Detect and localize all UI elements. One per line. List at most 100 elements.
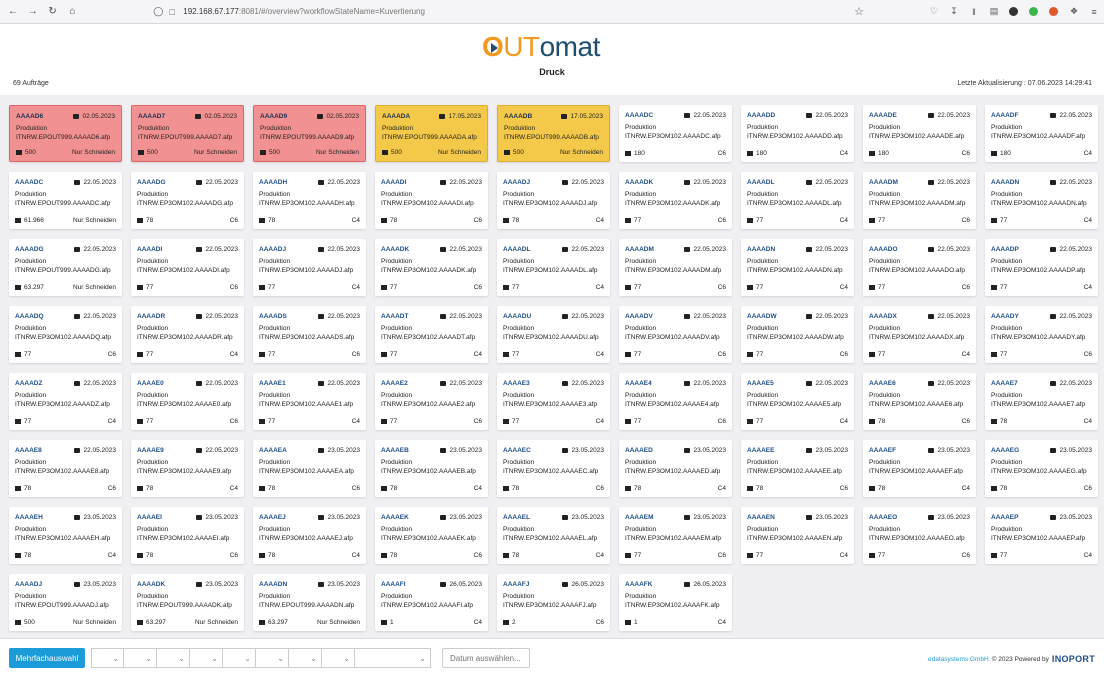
order-card[interactable]: AAAADN 22.05.2023 Produktion ITNRW.EP3OM102… — [985, 172, 1098, 229]
order-card[interactable]: AAAAEA 23.05.2023 Produktion ITNRW.EP3OM102… — [253, 440, 366, 497]
shield-icon[interactable]: ◯ — [151, 5, 165, 19]
order-card[interactable]: AAAADN 23.05.2023 Produktion ITNRW.EPOUT999… — [253, 574, 366, 631]
order-card[interactable]: AAAAEF 23.05.2023 Produktion ITNRW.EP3OM102… — [863, 440, 976, 497]
order-card[interactable]: AAAADH 22.05.2023 Produktion ITNRW.EP3OM102… — [253, 172, 366, 229]
download-icon[interactable]: ↧ — [944, 3, 964, 21]
order-card[interactable]: AAAAEG 23.05.2023 Produktion ITNRW.EP3OM102… — [985, 440, 1098, 497]
order-card[interactable]: AAAAE3 22.05.2023 Produktion ITNRW.EP3OM102… — [497, 373, 610, 430]
order-card[interactable]: AAAAEC 23.05.2023 Produktion ITNRW.EP3OM102… — [497, 440, 610, 497]
order-card[interactable]: AAAAFJ 26.05.2023 Produktion ITNRW.EP3OM102… — [497, 574, 610, 631]
date-picker-input[interactable] — [442, 648, 530, 668]
order-card[interactable]: AAAADK 22.05.2023 Produktion ITNRW.EP3OM102… — [619, 172, 732, 229]
reload-icon[interactable]: ↻ — [44, 3, 62, 21]
order-card[interactable]: AAAAEL 23.05.2023 Produktion ITNRW.EP3OM102… — [497, 507, 610, 564]
order-card[interactable]: AAAADE 22.05.2023 Produktion ITNRW.EP3OM102… — [863, 105, 976, 162]
order-card[interactable]: AAAADU 22.05.2023 Produktion ITNRW.EP3OM102… — [497, 306, 610, 363]
order-card[interactable]: AAAAEJ 23.05.2023 Produktion ITNRW.EP3OM102… — [253, 507, 366, 564]
filter-select-8[interactable]: ⌄ — [322, 648, 355, 668]
order-card[interactable]: AAAADC 22.05.2023 Produktion ITNRW.EPOUT999… — [9, 172, 122, 229]
filter-select-2[interactable]: ⌄ — [124, 648, 157, 668]
multi-select-button[interactable]: Mehrfachauswahl — [9, 648, 85, 668]
order-card[interactable]: AAAADJ 23.05.2023 Produktion ITNRW.EPOUT999… — [9, 574, 122, 631]
menu-icon[interactable]: ≡ — [1084, 3, 1104, 21]
back-arrow-icon[interactable]: ← — [4, 3, 22, 21]
order-card[interactable]: AAAAE5 22.05.2023 Produktion ITNRW.EP3OM102… — [741, 373, 854, 430]
filter-select-6[interactable]: ⌄ — [256, 648, 289, 668]
filter-select-3[interactable]: ⌄ — [157, 648, 190, 668]
order-card[interactable]: AAAADJ 22.05.2023 Produktion ITNRW.EP3OM102… — [497, 172, 610, 229]
order-card[interactable]: AAAAE7 22.05.2023 Produktion ITNRW.EP3OM102… — [985, 373, 1098, 430]
order-card[interactable]: AAAADV 22.05.2023 Produktion ITNRW.EP3OM102… — [619, 306, 732, 363]
lock-icon[interactable]: □ — [165, 5, 179, 19]
order-card[interactable]: AAAADL 22.05.2023 Produktion ITNRW.EP3OM102… — [741, 172, 854, 229]
order-card[interactable]: AAAADQ 22.05.2023 Produktion ITNRW.EP3OM102… — [9, 306, 122, 363]
extension-orange-icon[interactable] — [1044, 3, 1064, 21]
order-card[interactable]: AAAAFK 26.05.2023 Produktion ITNRW.EP3OM102… — [619, 574, 732, 631]
order-card[interactable]: AAAADI 22.05.2023 Produktion ITNRW.EP3OM102… — [131, 239, 244, 296]
order-card[interactable]: AAAAE4 22.05.2023 Produktion ITNRW.EP3OM102… — [619, 373, 732, 430]
address-bar[interactable]: ◯ □ 192.168.67.177:8081/#/overview?workf… — [151, 3, 864, 21]
order-card[interactable]: AAAAE8 22.05.2023 Produktion ITNRW.EP3OM102… — [9, 440, 122, 497]
order-card[interactable]: AAAADM 22.05.2023 Produktion ITNRW.EP3OM102… — [619, 239, 732, 296]
company-link[interactable]: edatasystems GmbH — [928, 656, 989, 663]
order-file: ITNRW.EP3OM102.AAAADZ.afp — [15, 401, 110, 408]
order-card[interactable]: AAAAEE 23.05.2023 Produktion ITNRW.EP3OM102… — [741, 440, 854, 497]
order-card[interactable]: AAAADS 22.05.2023 Produktion ITNRW.EP3OM102… — [253, 306, 366, 363]
order-card[interactable]: AAAADB 17.05.2023 Produktion ITNRW.EPOUT999… — [497, 105, 610, 162]
filter-select-5[interactable]: ⌄ — [223, 648, 256, 668]
order-card[interactable]: AAAADK 23.05.2023 Produktion ITNRW.EPOUT999… — [131, 574, 244, 631]
library-icon[interactable]: ‖ — [964, 3, 984, 21]
order-card[interactable]: AAAAE1 22.05.2023 Produktion ITNRW.EP3OM102… — [253, 373, 366, 430]
order-card[interactable]: AAAADR 22.05.2023 Produktion ITNRW.EP3OM102… — [131, 306, 244, 363]
filter-select-9[interactable]: ⌄ — [355, 648, 431, 668]
order-card[interactable]: AAAAED 23.05.2023 Produktion ITNRW.EP3OM102… — [619, 440, 732, 497]
order-card[interactable]: AAAAFI 26.05.2023 Produktion ITNRW.EP3OM102… — [375, 574, 488, 631]
order-card[interactable]: AAAAEO 23.05.2023 Produktion ITNRW.EP3OM102… — [863, 507, 976, 564]
order-card[interactable]: AAAADK 22.05.2023 Produktion ITNRW.EP3OM102… — [375, 239, 488, 296]
order-card[interactable]: AAAAEP 23.05.2023 Produktion ITNRW.EP3OM102… — [985, 507, 1098, 564]
extension-green-icon[interactable] — [1024, 3, 1044, 21]
order-card[interactable]: AAAAD9 02.05.2023 Produktion ITNRW.EPOUT999… — [253, 105, 366, 162]
url-text[interactable]: 192.168.67.177:8081/#/overview?workflowS… — [183, 7, 425, 16]
order-card[interactable]: AAAADF 22.05.2023 Produktion ITNRW.EP3OM102… — [985, 105, 1098, 162]
bookmark-star-icon[interactable]: ☆ — [854, 5, 864, 18]
order-card[interactable]: AAAAE2 22.05.2023 Produktion ITNRW.EP3OM102… — [375, 373, 488, 430]
order-card[interactable]: AAAAD6 02.05.2023 Produktion ITNRW.EPOUT999… — [9, 105, 122, 162]
pocket-icon[interactable]: ♡ — [924, 3, 944, 21]
order-card[interactable]: AAAAE0 22.05.2023 Produktion ITNRW.EP3OM102… — [131, 373, 244, 430]
filter-select-1[interactable]: ⌄ — [91, 648, 124, 668]
account-icon[interactable] — [1004, 3, 1024, 21]
filter-select-4[interactable]: ⌄ — [190, 648, 223, 668]
order-card[interactable]: AAAAEB 23.05.2023 Produktion ITNRW.EP3OM102… — [375, 440, 488, 497]
order-card[interactable]: AAAADG 22.05.2023 Produktion ITNRW.EPOUT999… — [9, 239, 122, 296]
order-card[interactable]: AAAAEN 23.05.2023 Produktion ITNRW.EP3OM102… — [741, 507, 854, 564]
order-card[interactable]: AAAADL 22.05.2023 Produktion ITNRW.EP3OM102… — [497, 239, 610, 296]
order-card[interactable]: AAAADY 22.05.2023 Produktion ITNRW.EP3OM102… — [985, 306, 1098, 363]
order-card[interactable]: AAAADX 22.05.2023 Produktion ITNRW.EP3OM102… — [863, 306, 976, 363]
order-card[interactable]: AAAADM 22.05.2023 Produktion ITNRW.EP3OM102… — [863, 172, 976, 229]
order-card[interactable]: AAAAEK 23.05.2023 Produktion ITNRW.EP3OM102… — [375, 507, 488, 564]
order-card[interactable]: AAAADP 22.05.2023 Produktion ITNRW.EP3OM102… — [985, 239, 1098, 296]
order-card[interactable]: AAAADD 22.05.2023 Produktion ITNRW.EP3OM102… — [741, 105, 854, 162]
order-card[interactable]: AAAADO 22.05.2023 Produktion ITNRW.EP3OM102… — [863, 239, 976, 296]
order-card[interactable]: AAAAD7 02.05.2023 Produktion ITNRW.EPOUT999… — [131, 105, 244, 162]
order-card[interactable]: AAAAE9 22.05.2023 Produktion ITNRW.EP3OM102… — [131, 440, 244, 497]
forward-arrow-icon[interactable]: → — [24, 3, 42, 21]
filter-select-7[interactable]: ⌄ — [289, 648, 322, 668]
order-card[interactable]: AAAADW 22.05.2023 Produktion ITNRW.EP3OM102… — [741, 306, 854, 363]
order-card[interactable]: AAAADZ 22.05.2023 Produktion ITNRW.EP3OM102… — [9, 373, 122, 430]
sidebar-icon[interactable]: ▤ — [984, 3, 1004, 21]
order-card[interactable]: AAAADC 22.05.2023 Produktion ITNRW.EP3OM102… — [619, 105, 732, 162]
order-card[interactable]: AAAADT 22.05.2023 Produktion ITNRW.EP3OM102… — [375, 306, 488, 363]
order-card[interactable]: AAAADN 22.05.2023 Produktion ITNRW.EP3OM102… — [741, 239, 854, 296]
order-card[interactable]: AAAAEM 23.05.2023 Produktion ITNRW.EP3OM102… — [619, 507, 732, 564]
order-card[interactable]: AAAADG 22.05.2023 Produktion ITNRW.EP3OM102… — [131, 172, 244, 229]
order-card[interactable]: AAAAEI 23.05.2023 Produktion ITNRW.EP3OM102… — [131, 507, 244, 564]
order-card[interactable]: AAAADI 22.05.2023 Produktion ITNRW.EP3OM102… — [375, 172, 488, 229]
order-card[interactable]: AAAAEH 23.05.2023 Produktion ITNRW.EP3OM102… — [9, 507, 122, 564]
home-icon[interactable]: ⌂ — [63, 3, 81, 21]
order-card[interactable]: AAAADJ 22.05.2023 Produktion ITNRW.EP3OM102… — [253, 239, 366, 296]
extensions-puzzle-icon[interactable]: ❖ — [1064, 3, 1084, 21]
order-card[interactable]: AAAAE6 22.05.2023 Produktion ITNRW.EP3OM102… — [863, 373, 976, 430]
order-card[interactable]: AAAADA 17.05.2023 Produktion ITNRW.EPOUT999… — [375, 105, 488, 162]
